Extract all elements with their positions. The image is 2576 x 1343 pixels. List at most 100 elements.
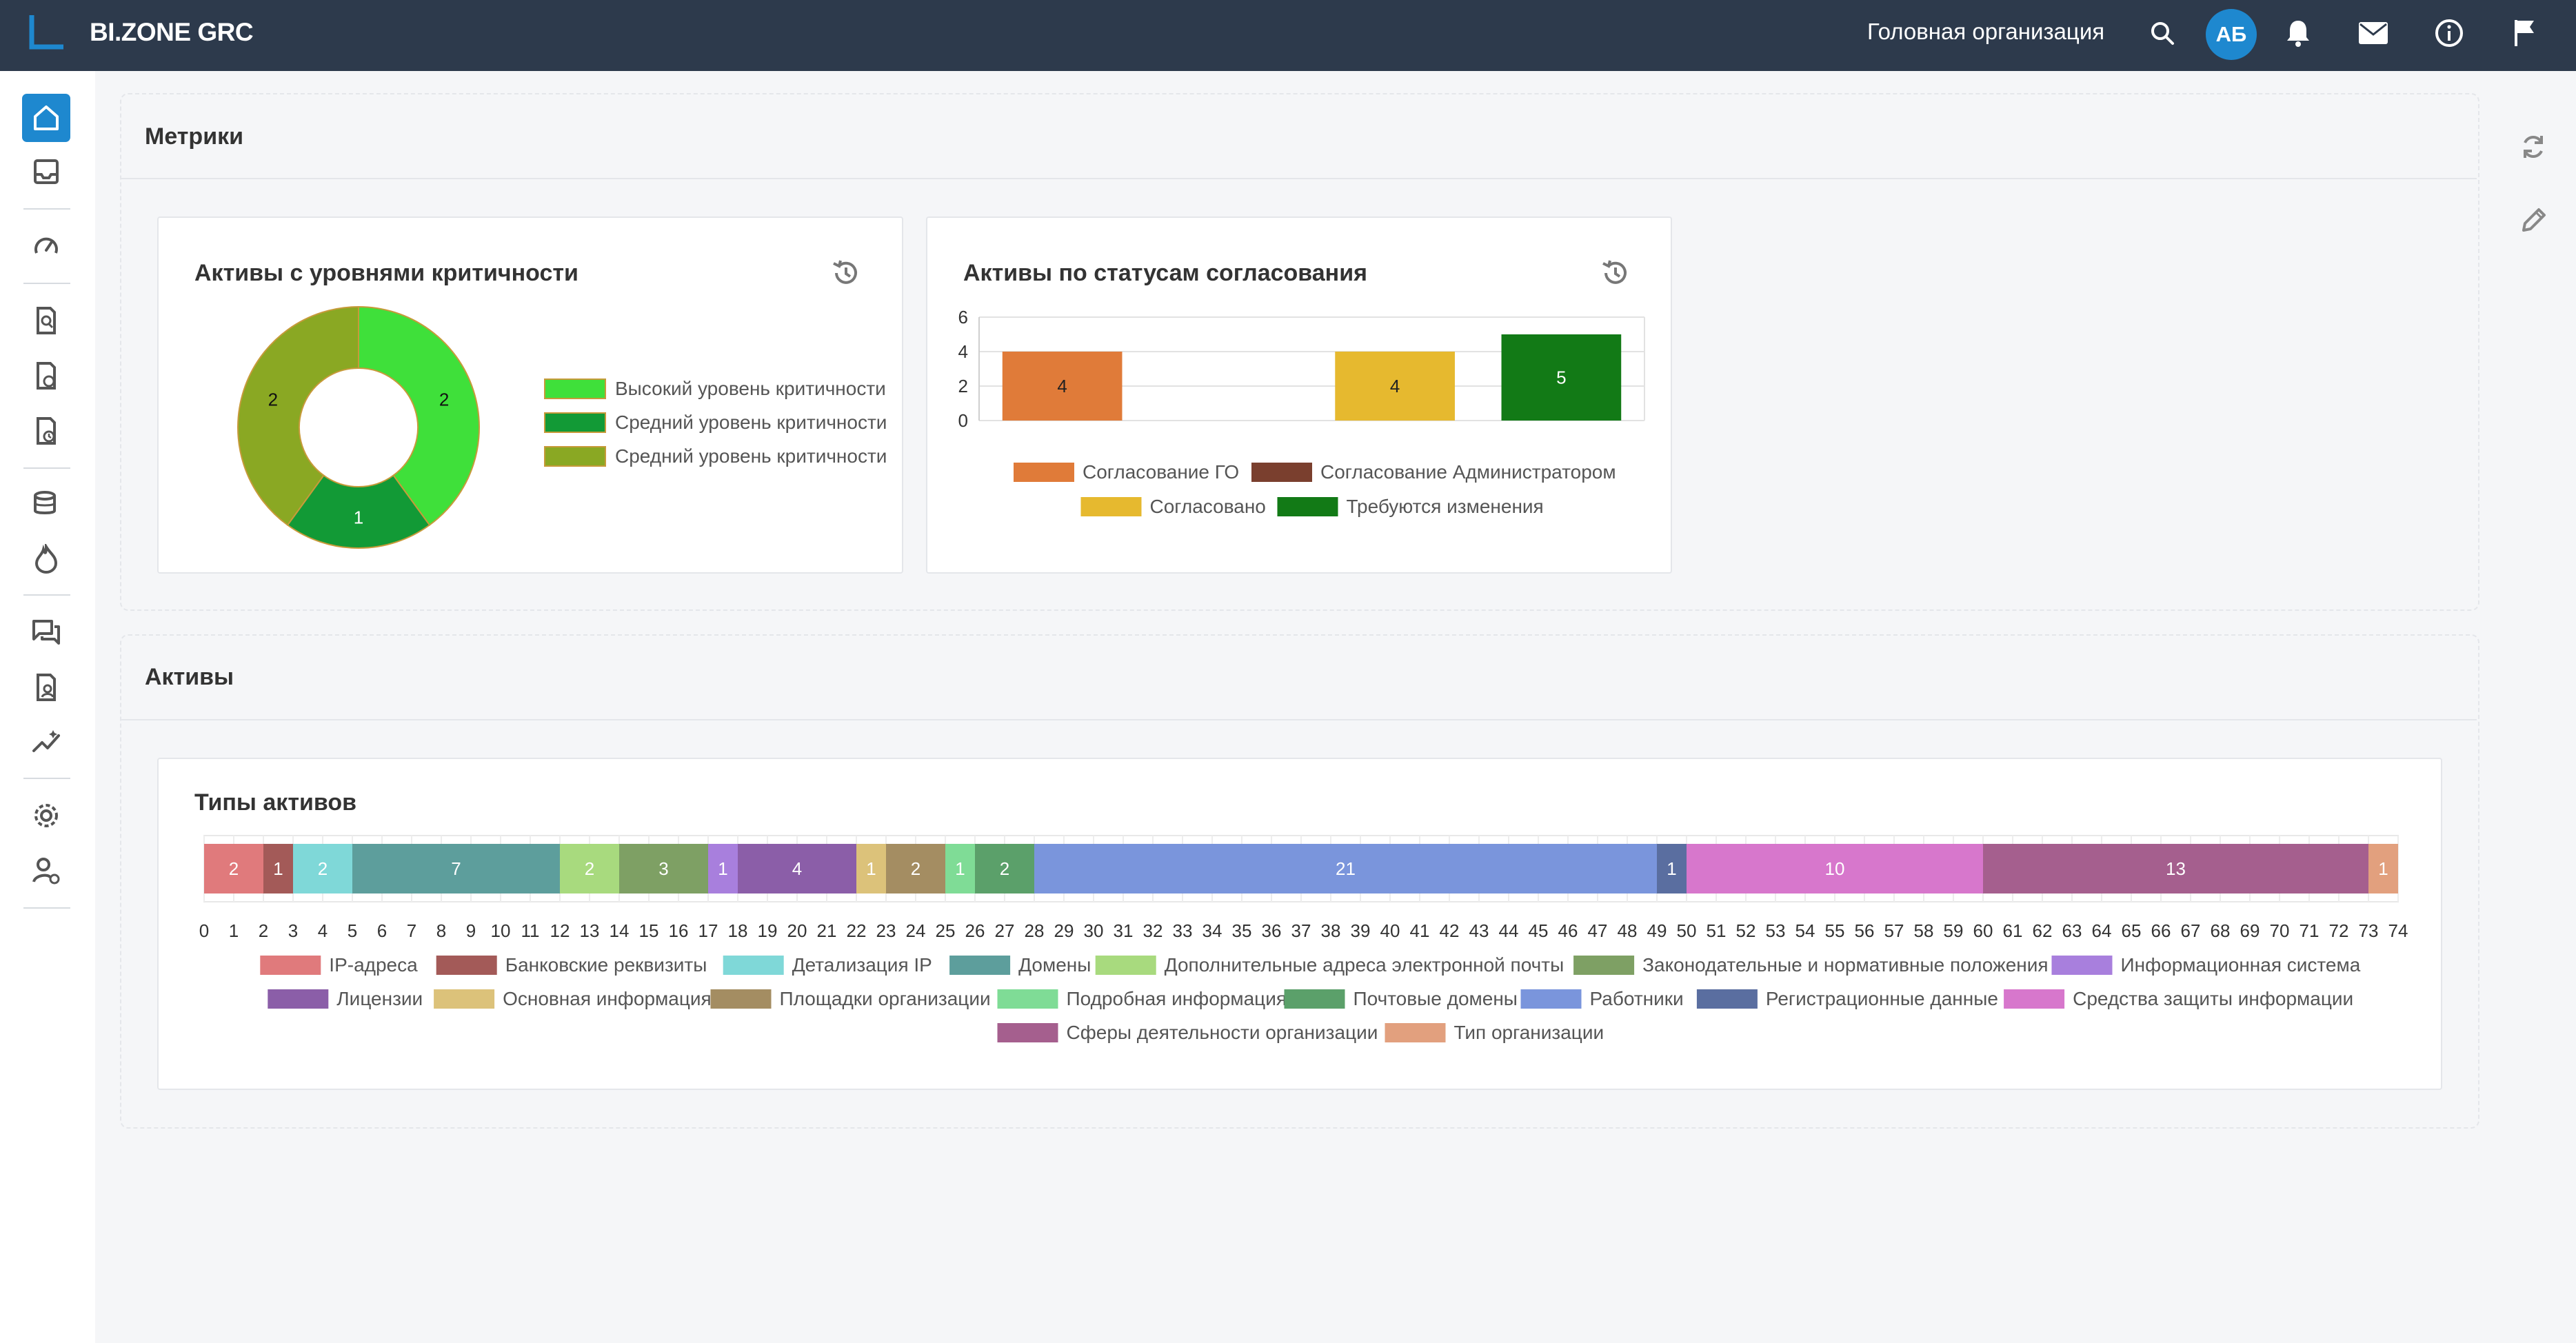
legend-swatch	[1573, 956, 1635, 975]
x-tick-label: 9	[466, 920, 476, 941]
x-tick-label: 44	[1499, 920, 1519, 941]
x-tick-label: 52	[1736, 920, 1756, 941]
user-gear-icon[interactable]	[22, 847, 70, 895]
edit-icon[interactable]	[2513, 200, 2554, 241]
legend-label[interactable]: Согласование Администратором	[1320, 461, 1616, 483]
legend-swatch	[260, 956, 321, 975]
legend-label[interactable]: Банковские реквизиты	[505, 954, 707, 976]
legend-label[interactable]: Требуются изменения	[1347, 496, 1544, 517]
x-tick-label: 53	[1766, 920, 1786, 941]
legend-label[interactable]: Информационная система	[2121, 954, 2361, 976]
legend-label[interactable]: Средний уровень критичности	[615, 412, 887, 433]
segment-value-label: 2	[318, 858, 328, 879]
legend-label[interactable]: Средства защиты информации	[2073, 988, 2353, 1009]
x-tick-label: 22	[847, 920, 867, 941]
mail-icon[interactable]	[2357, 17, 2390, 50]
legend-swatch	[710, 989, 772, 1009]
x-tick-label: 62	[2033, 920, 2053, 941]
legend-label[interactable]: Дополнительные адреса электронной почты	[1165, 954, 1564, 976]
donut-slice-label: 2	[268, 390, 278, 410]
x-tick-label: 42	[1440, 920, 1460, 941]
legend-label[interactable]: Сферы деятельности организации	[1067, 1022, 1378, 1043]
dashboard-icon[interactable]	[22, 222, 70, 270]
x-tick-label: 55	[1825, 920, 1845, 941]
history-icon[interactable]	[827, 254, 865, 292]
x-tick-label: 8	[436, 920, 446, 941]
x-tick-label: 27	[995, 920, 1015, 941]
criticality-legend: Высокий уровень критичности Средний урове…	[544, 378, 887, 467]
x-tick-label: 7	[407, 920, 416, 941]
segment-value-label: 1	[2378, 858, 2388, 879]
segment-value-label: 10	[1825, 858, 1845, 879]
legend-swatch	[1520, 989, 1582, 1009]
home-icon[interactable]	[22, 94, 70, 142]
criticality-donut-chart: 2 1 2	[237, 305, 480, 549]
legend-label[interactable]: Работники	[1590, 988, 1684, 1009]
app-title[interactable]: BI.ZONE GRC	[90, 18, 254, 47]
legend-label[interactable]: Законодательные и нормативные положения	[1642, 954, 2048, 976]
legend-swatch	[997, 989, 1058, 1009]
legend-swatch	[436, 956, 497, 975]
x-tick-label: 66	[2151, 920, 2171, 941]
x-tick-label: 51	[1707, 920, 1727, 941]
legend-label[interactable]: Домены	[1018, 954, 1091, 976]
legend-swatch	[1080, 497, 1142, 516]
x-tick-label: 19	[758, 920, 778, 941]
info-icon[interactable]	[2433, 17, 2466, 50]
x-tick-label: 41	[1410, 920, 1430, 941]
x-tick-label: 74	[2388, 920, 2408, 941]
database-icon[interactable]	[22, 480, 70, 528]
bell-icon[interactable]	[2282, 17, 2315, 50]
legend-label[interactable]: Почтовые домены	[1354, 988, 1518, 1009]
history-icon[interactable]	[1596, 254, 1635, 292]
document-settings-icon[interactable]	[22, 352, 70, 400]
legend-label[interactable]: Согласование ГО	[1083, 461, 1239, 483]
analytics-icon[interactable]	[22, 718, 70, 767]
search-icon[interactable]	[2146, 17, 2179, 50]
donut-slice-label: 1	[354, 507, 363, 528]
legend-label[interactable]: Высокий уровень критичности	[615, 378, 886, 399]
legend-swatch	[1014, 463, 1074, 482]
x-tick-label: 14	[610, 920, 630, 941]
user-document-icon[interactable]	[22, 663, 70, 711]
x-tick-label: 38	[1321, 920, 1341, 941]
legend-label[interactable]: Подробная информация	[1067, 988, 1287, 1009]
x-tick-label: 25	[936, 920, 956, 941]
organization-selector[interactable]: Головная организация	[1867, 19, 2104, 45]
refresh-icon[interactable]	[2513, 126, 2554, 168]
segment-value-label: 13	[2166, 858, 2186, 879]
x-tick-label: 54	[1795, 920, 1815, 941]
x-tick-label: 23	[876, 920, 896, 941]
x-tick-label: 34	[1203, 920, 1222, 941]
chat-icon[interactable]	[22, 608, 70, 656]
x-tick-label: 11	[521, 920, 540, 941]
legend-swatch	[1284, 989, 1345, 1009]
status-card-title: Активы по статусам согласования	[963, 260, 1367, 286]
document-clock-icon[interactable]	[22, 407, 70, 455]
legend-swatch	[2051, 956, 2113, 975]
x-tick-label: 12	[550, 920, 570, 941]
legend-label[interactable]: IP-адреса	[329, 954, 418, 976]
avatar[interactable]: АБ	[2206, 9, 2257, 60]
x-tick-label: 5	[348, 920, 357, 941]
legend-label[interactable]: Детализация IP	[792, 954, 932, 976]
inbox-icon[interactable]	[22, 148, 70, 196]
legend-swatch	[544, 412, 606, 433]
x-tick-label: 20	[787, 920, 807, 941]
x-tick-label: 46	[1558, 920, 1578, 941]
legend-swatch	[997, 1023, 1058, 1042]
assets-section-title: Активы	[145, 664, 234, 690]
legend-label[interactable]: Основная информация	[503, 988, 712, 1009]
flag-icon[interactable]	[2508, 17, 2541, 50]
search-document-icon[interactable]	[22, 296, 70, 345]
gear-icon[interactable]	[22, 791, 70, 840]
fire-icon[interactable]	[22, 535, 70, 583]
legend-label[interactable]: Средний уровень критичности	[615, 445, 887, 467]
legend-label[interactable]: Площадки организации	[780, 988, 991, 1009]
legend-swatch	[434, 989, 495, 1009]
legend-label[interactable]: Регистрационные данные	[1766, 988, 1998, 1009]
legend-label[interactable]: Тип организации	[1454, 1022, 1604, 1043]
legend-label[interactable]: Лицензии	[336, 988, 423, 1009]
segment-value-label: 2	[911, 858, 920, 879]
legend-label[interactable]: Согласовано	[1150, 496, 1266, 517]
